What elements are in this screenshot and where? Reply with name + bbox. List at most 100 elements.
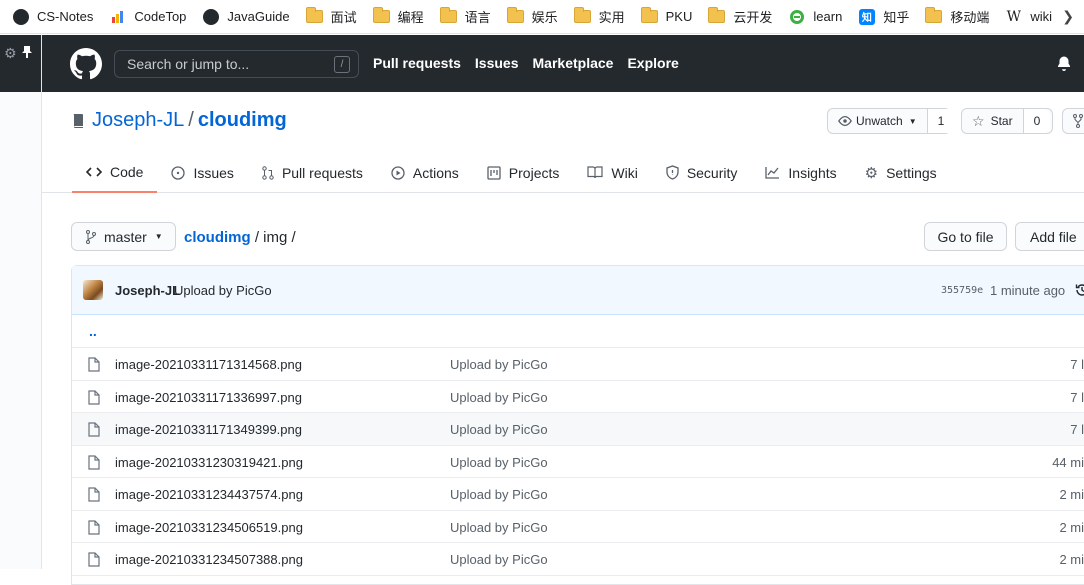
file-commit-message[interactable]: Upload by PicGo <box>450 422 548 437</box>
bookmark-folder-interview[interactable]: 面试 <box>305 7 357 26</box>
file-age: 7 l <box>1070 357 1084 372</box>
bookmark-codetop[interactable]: CodeTop <box>109 8 186 25</box>
tab-projects[interactable]: Projects <box>473 152 574 193</box>
gear-icon[interactable]: ⚙ <box>4 45 17 62</box>
bookmark-cs-notes[interactable]: CS-Notes <box>12 8 93 25</box>
caret-down-icon: ▼ <box>908 116 917 126</box>
table-row[interactable]: image-20210331230319421.png Upload by Pi… <box>72 446 1084 478</box>
avatar[interactable] <box>83 280 103 300</box>
bookmark-folder-pku[interactable]: PKU <box>640 7 692 25</box>
history-icon[interactable] <box>1075 283 1084 297</box>
tab-issues[interactable]: Issues <box>157 152 247 193</box>
file-name-link[interactable]: image-20210331234437574.png <box>115 487 303 502</box>
github-icon <box>202 8 219 25</box>
search-input[interactable]: Search or jump to... / <box>114 50 359 78</box>
bookmark-javaguide[interactable]: JavaGuide <box>202 8 290 25</box>
table-row[interactable]: image-20210331234507388.png Upload by Pi… <box>72 543 1084 576</box>
nav-marketplace[interactable]: Marketplace <box>533 55 614 71</box>
breadcrumb: cloudimg / img / <box>184 229 296 246</box>
repo-name-link[interactable]: cloudimg <box>198 109 287 132</box>
fork-button[interactable] <box>1062 108 1084 134</box>
file-name-link[interactable]: image-20210331234506519.png <box>115 520 303 535</box>
tab-wiki[interactable]: Wiki <box>573 152 651 193</box>
nav-issues[interactable]: Issues <box>475 55 519 71</box>
file-age: 2 mi <box>1059 552 1084 567</box>
learn-icon <box>788 8 805 25</box>
nav-pull-requests[interactable]: Pull requests <box>373 55 461 71</box>
folder-icon <box>708 7 726 25</box>
graph-icon <box>765 167 780 179</box>
table-row[interactable]: image-20210331234506519.png Upload by Pi… <box>72 511 1084 543</box>
watch-count[interactable]: 1 <box>926 109 955 133</box>
file-icon <box>88 552 100 567</box>
bookmark-folder-entertainment[interactable]: 娱乐 <box>506 7 558 26</box>
folder-icon <box>506 7 524 25</box>
project-icon <box>487 165 501 180</box>
extension-sidebar: ⚙ <box>0 35 42 569</box>
file-commit-message[interactable]: Upload by PicGo <box>450 390 548 405</box>
latest-commit-bar: Joseph-JL Upload by PicGo 355759e 1 minu… <box>72 266 1084 315</box>
file-commit-message[interactable]: Upload by PicGo <box>450 455 548 470</box>
bookmarks-bar: CS-Notes CodeTop JavaGuide 面试 编程 语言 娱乐 实… <box>0 0 1084 34</box>
pin-icon[interactable] <box>21 45 33 62</box>
codetop-icon <box>109 8 126 25</box>
breadcrumb-repo-link[interactable]: cloudimg <box>184 229 251 246</box>
file-age: 2 mi <box>1059 519 1084 535</box>
repo-separator: / <box>188 109 194 131</box>
file-name-link[interactable]: image-20210331171314568.png <box>115 357 302 372</box>
repo-title: Joseph-JL / cloudimg <box>72 109 287 132</box>
star-count[interactable]: 0 <box>1022 109 1051 133</box>
chevron-right-icon[interactable]: ❯ <box>1062 8 1074 25</box>
file-name-link[interactable]: image-20210331234507388.png <box>115 552 303 567</box>
branch-icon <box>86 229 96 244</box>
parent-directory-link[interactable]: .. <box>72 315 1084 348</box>
repo-tabs: Code Issues Pull requests Actions Projec… <box>72 152 951 193</box>
bookmark-learn[interactable]: learn <box>788 8 842 25</box>
bookmark-folder-mobile[interactable]: 移动端 <box>925 7 989 26</box>
file-name-link[interactable]: image-20210331171336997.png <box>115 390 302 405</box>
file-name-link[interactable]: image-20210331171349399.png <box>115 422 302 437</box>
unwatch-button[interactable]: Unwatch ▼ 1 <box>827 108 955 134</box>
go-to-file-button[interactable]: Go to file <box>924 222 1007 251</box>
branch-select-button[interactable]: master ▼ <box>71 222 176 251</box>
table-row[interactable]: image-20210331171314568.png Upload by Pi… <box>72 348 1084 381</box>
commit-author-link[interactable]: Joseph-JL <box>115 283 180 298</box>
nav-explore[interactable]: Explore <box>627 55 678 71</box>
bookmark-wiki[interactable]: Wwiki <box>1005 8 1052 25</box>
repo-owner-link[interactable]: Joseph-JL <box>92 109 184 132</box>
folder-icon <box>372 7 390 25</box>
file-commit-message[interactable]: Upload by PicGo <box>450 357 548 372</box>
repo-icon <box>73 113 83 128</box>
tab-security[interactable]: Security <box>652 152 752 193</box>
bookmark-folder-programming[interactable]: 编程 <box>372 7 424 26</box>
file-name-link[interactable]: image-20210331230319421.png <box>115 455 303 470</box>
table-row[interactable]: image-20210331171336997.png Upload by Pi… <box>72 381 1084 413</box>
tab-actions[interactable]: Actions <box>377 152 473 193</box>
tab-insights[interactable]: Insights <box>751 152 850 193</box>
file-icon <box>88 357 100 372</box>
bookmark-zhihu[interactable]: 知知乎 <box>858 7 909 26</box>
file-commit-message[interactable]: Upload by PicGo <box>450 520 548 535</box>
file-commit-message[interactable]: Upload by PicGo <box>450 487 548 502</box>
tab-code[interactable]: Code <box>72 152 158 193</box>
play-icon <box>391 165 405 180</box>
star-button[interactable]: ☆ Star 0 <box>961 108 1053 134</box>
tab-settings[interactable]: ⚙ Settings <box>851 152 951 193</box>
folder-icon <box>439 7 457 25</box>
commit-sha-link[interactable]: 355759e <box>941 285 983 296</box>
commit-message-link[interactable]: Upload by PicGo <box>174 283 272 298</box>
add-file-button[interactable]: Add file ▼ <box>1015 222 1084 251</box>
bookmark-folder-utility[interactable]: 实用 <box>573 7 625 26</box>
bell-icon[interactable] <box>1056 55 1072 71</box>
tab-pull-requests[interactable]: Pull requests <box>248 152 377 193</box>
bookmark-folder-language[interactable]: 语言 <box>439 7 491 26</box>
table-row[interactable]: image-20210331171349399.png Upload by Pi… <box>72 413 1084 446</box>
code-icon <box>86 166 102 177</box>
bookmark-folder-cloud-dev[interactable]: 云开发 <box>708 7 772 26</box>
github-logo-icon[interactable] <box>70 48 102 80</box>
table-row[interactable]: image-20210331234437574.png Upload by Pi… <box>72 478 1084 511</box>
file-commit-message[interactable]: Upload by PicGo <box>450 552 548 567</box>
file-icon <box>88 519 100 535</box>
issue-icon <box>171 165 186 180</box>
file-age: 2 mi <box>1059 487 1084 502</box>
